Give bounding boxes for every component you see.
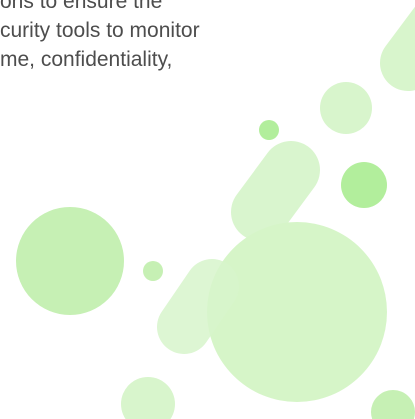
bubble-tiny-dot: [143, 261, 163, 281]
page-canvas: ons to ensure the curity tools to monito…: [0, 0, 415, 419]
bubble-large-bottom-right: [207, 222, 387, 402]
pill-shape-center: [231, 141, 320, 241]
bubble-bottom-center: [121, 377, 175, 419]
bubble-upper-right: [320, 82, 372, 134]
bubble-bottom-right-corner: [371, 390, 415, 419]
pill-shape-lower: [157, 259, 239, 354]
bubble-small-dot: [259, 120, 279, 140]
bubble-large-left: [16, 207, 124, 315]
pill-shape-top-right: [380, 6, 415, 91]
decorative-bubbles-illustration: [16, 6, 415, 419]
bubble-bright-medium: [341, 162, 387, 208]
